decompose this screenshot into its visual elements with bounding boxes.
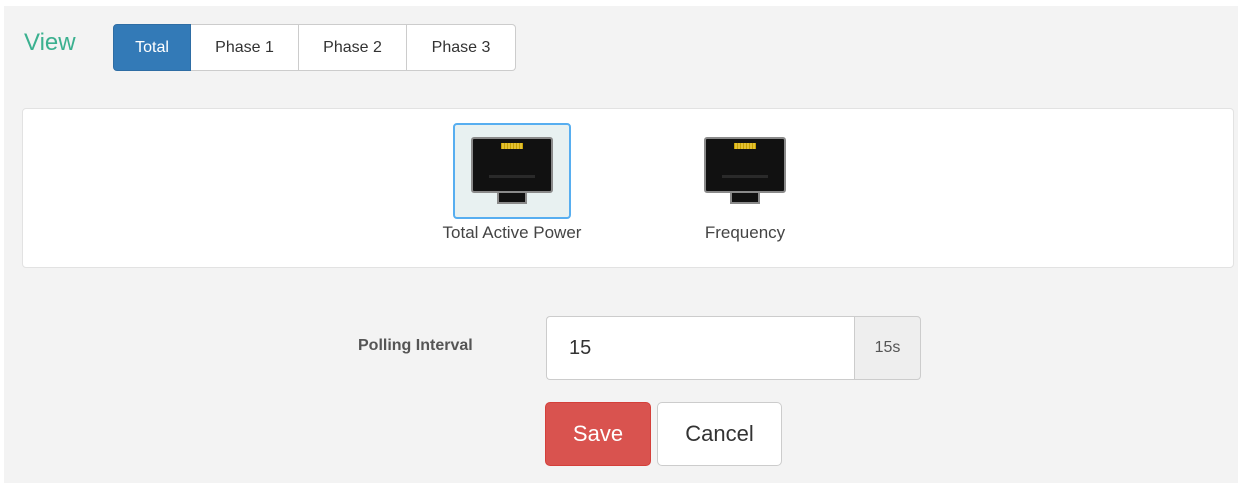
sensor-label-total-active-power: Total Active Power (442, 223, 582, 242)
tab-phase-2[interactable]: Phase 2 (299, 24, 407, 71)
polling-interval-input[interactable] (546, 316, 854, 380)
tab-phase-3[interactable]: Phase 3 (407, 24, 516, 71)
tab-total[interactable]: Total (113, 24, 191, 71)
sensor-panel: Total Active Power Frequency (22, 108, 1234, 268)
save-button[interactable]: Save (545, 402, 651, 466)
view-tabs: Total Phase 1 Phase 2 Phase 3 (113, 24, 516, 71)
sensor-label-frequency: Frequency (704, 223, 786, 242)
ethernet-port-icon (704, 137, 786, 204)
tab-phase-1[interactable]: Phase 1 (191, 24, 299, 71)
view-label: View (24, 29, 76, 56)
sensor-tile-total-active-power[interactable] (453, 123, 571, 219)
cancel-button[interactable]: Cancel (657, 402, 782, 466)
polling-interval-label: Polling Interval (358, 337, 473, 354)
polling-interval-addon: 15s (854, 316, 921, 380)
ethernet-port-icon (471, 137, 553, 204)
sensor-tile-frequency[interactable] (686, 123, 804, 219)
